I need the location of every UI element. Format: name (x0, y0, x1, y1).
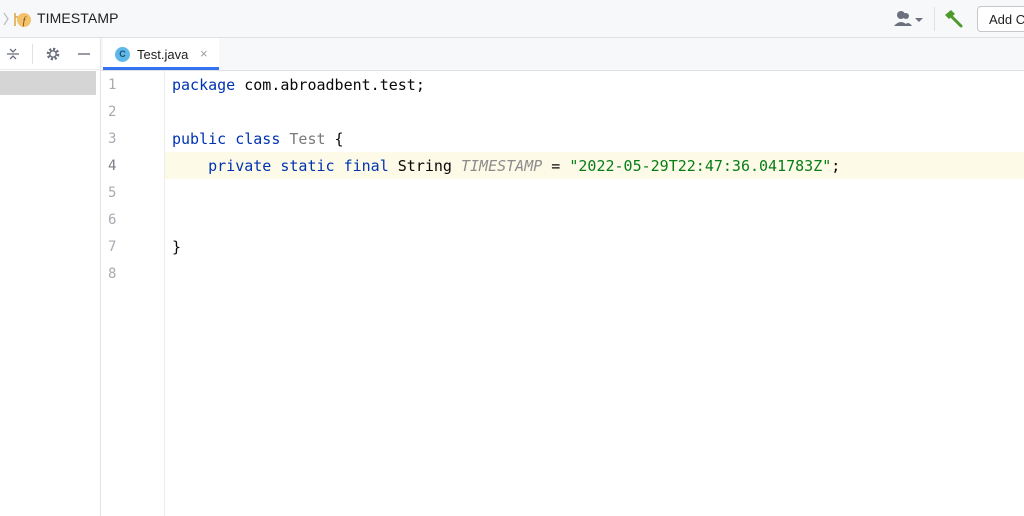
keyword: package (172, 76, 236, 94)
keyword: static (271, 157, 335, 175)
keyword: final (334, 157, 389, 175)
type-name: String (388, 157, 461, 175)
chevron-right-icon (3, 12, 9, 26)
breadcrumb-file-name[interactable]: TIMESTAMP (37, 10, 119, 26)
java-class-icon: C (115, 47, 130, 62)
user-dropdown-icon[interactable] (892, 10, 926, 28)
line-number: 7 (108, 239, 117, 255)
hammer-build-icon[interactable] (942, 9, 964, 29)
code-editor[interactable]: 1 2 3 4 5 6 7 8 package com.abroadbent.t… (101, 71, 1024, 516)
line-number: 4 (108, 158, 117, 174)
brace: } (172, 238, 182, 256)
line-number: 2 (108, 104, 117, 120)
add-configuration-button[interactable]: Add Configuration... (977, 6, 1024, 32)
toolbar-separator (934, 7, 935, 31)
collapse-all-icon[interactable] (5, 46, 21, 62)
gear-icon[interactable] (45, 46, 61, 62)
line-number: 8 (108, 266, 117, 282)
semicolon: ; (831, 157, 841, 175)
operator: = (542, 157, 570, 175)
line-number-gutter: 1 2 3 4 5 6 7 8 (101, 71, 165, 516)
close-icon[interactable]: × (200, 46, 208, 61)
code-line-4[interactable]: private static final String TIMESTAMP = … (172, 153, 840, 180)
project-panel (0, 38, 101, 516)
string-literal: "2022-05-29T22:47:36.041783Z" (569, 157, 832, 175)
line-number: 5 (108, 185, 117, 201)
project-tree-selected-row[interactable] (0, 71, 96, 95)
tab-label: Test.java (137, 47, 189, 62)
toolbar-separator (32, 44, 33, 64)
minus-icon[interactable] (76, 46, 92, 62)
line-number: 3 (108, 131, 117, 147)
constant-name: TIMESTAMP (461, 157, 543, 175)
code-line-1[interactable]: package com.abroadbent.test; (172, 72, 425, 99)
navigation-bar: f TIMESTAMP Add Configuration... (0, 0, 1024, 38)
tab-test-java[interactable]: C Test.java × (103, 38, 219, 70)
package-name: com.abroadbent.test; (235, 76, 425, 94)
editor-tab-bar: C Test.java × (101, 38, 1024, 71)
keyword: class (226, 130, 281, 148)
keyword: private (208, 157, 272, 175)
code-line-7[interactable]: } (172, 234, 181, 261)
active-tab-indicator (103, 67, 219, 70)
code-line-3[interactable]: public class Test { (172, 126, 344, 153)
line-number: 1 (108, 77, 117, 93)
java-field-f-icon: f (14, 13, 31, 27)
brace: { (325, 130, 344, 148)
project-panel-toolbar (0, 38, 100, 70)
line-number: 6 (108, 212, 117, 228)
keyword: public (172, 130, 227, 148)
class-name: Test (280, 130, 326, 148)
